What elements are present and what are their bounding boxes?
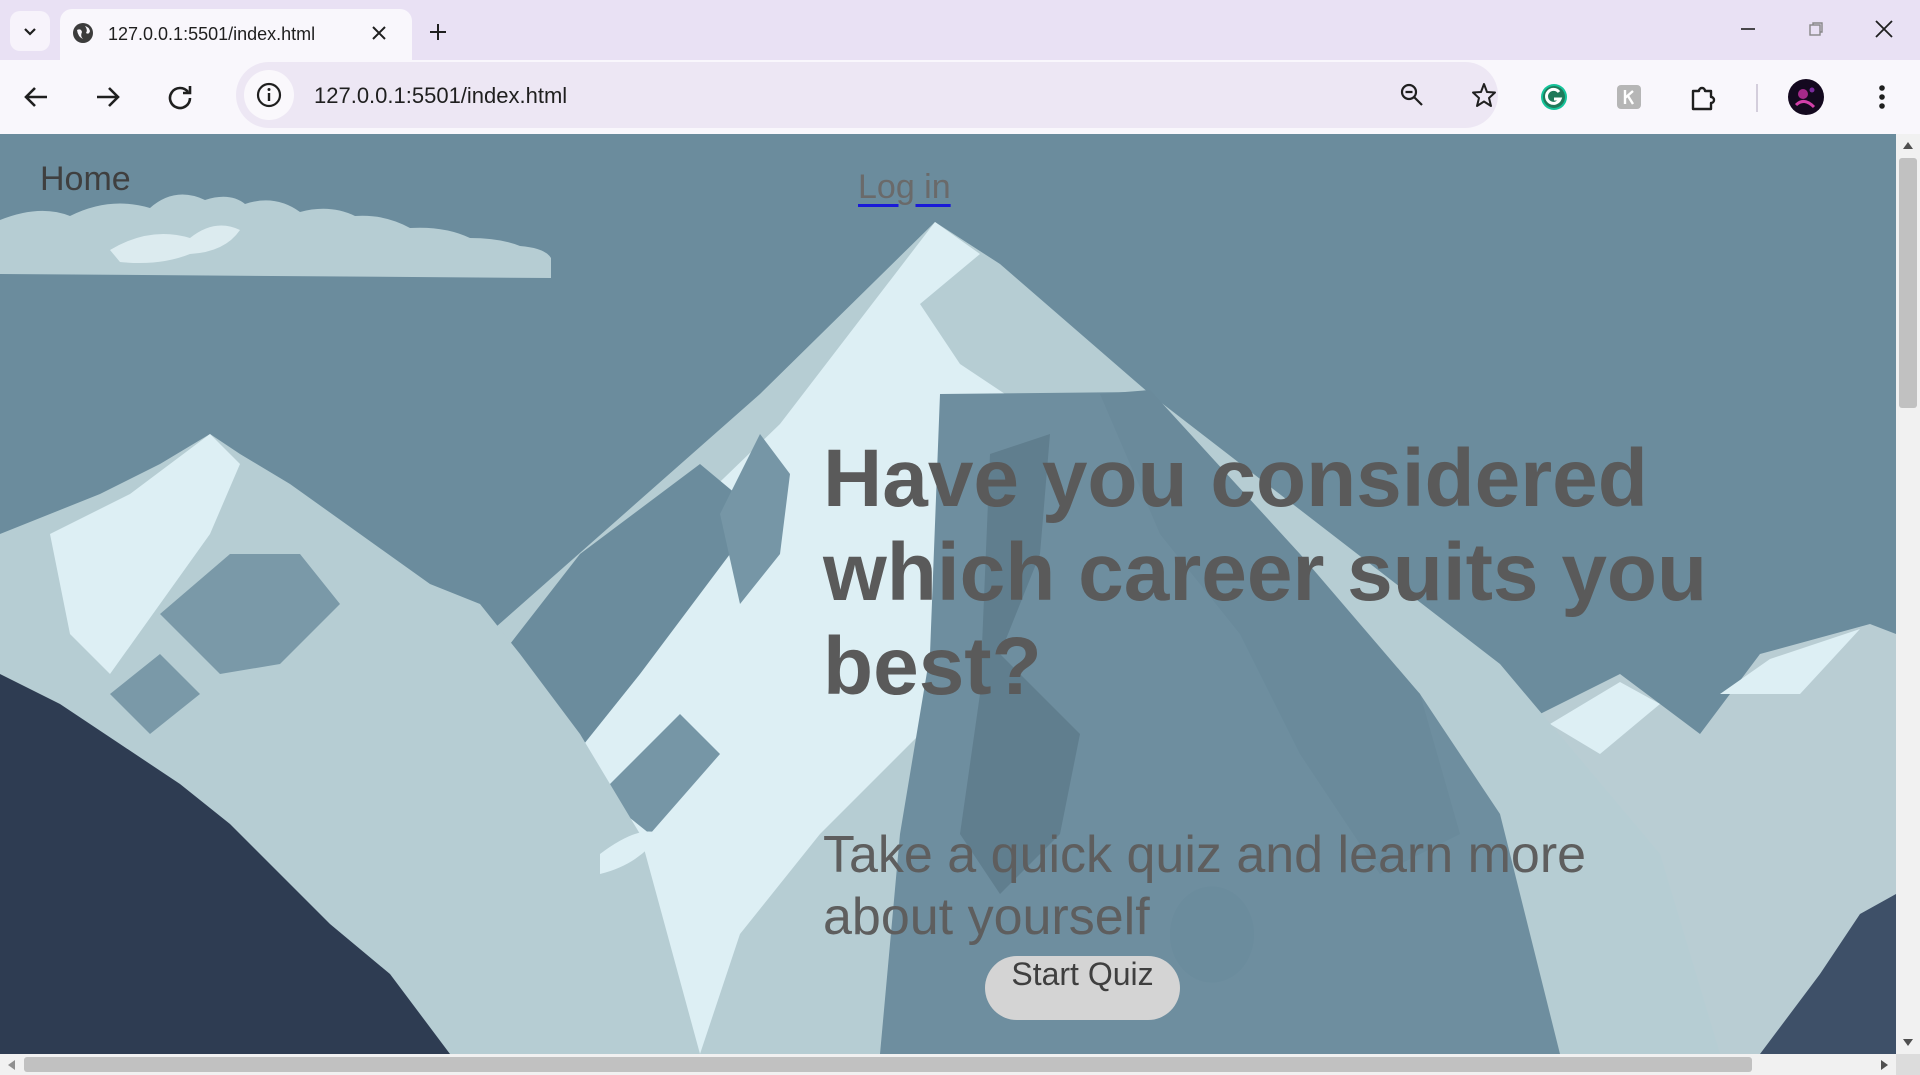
restore-icon bbox=[1809, 22, 1823, 36]
profile-button[interactable] bbox=[1786, 77, 1826, 117]
forward-arrow-icon bbox=[97, 87, 120, 107]
info-icon bbox=[256, 82, 282, 108]
start-quiz-button[interactable]: Start Quiz bbox=[985, 956, 1180, 1020]
tab-title: 127.0.0.1:5501/index.html bbox=[108, 24, 316, 44]
tab-search-button[interactable] bbox=[10, 11, 50, 51]
site-info-button[interactable] bbox=[244, 70, 294, 120]
triangle-right-icon bbox=[1881, 1059, 1888, 1070]
start-quiz-label: Start Quiz bbox=[1011, 956, 1154, 992]
tab-strip: 127.0.0.1:5501/index.html bbox=[0, 0, 1920, 60]
grammarly-icon bbox=[1541, 84, 1567, 110]
extension-k-icon bbox=[1617, 85, 1641, 109]
scroll-up-button[interactable] bbox=[1896, 134, 1920, 156]
triangle-down-icon bbox=[1903, 1039, 1913, 1046]
close-icon bbox=[372, 26, 386, 40]
browser-tab[interactable]: 127.0.0.1:5501/index.html bbox=[60, 9, 412, 60]
login-link[interactable]: Log in bbox=[858, 168, 951, 207]
minimize-icon bbox=[1741, 28, 1755, 30]
forward-button[interactable] bbox=[88, 77, 128, 117]
zoom-out-icon bbox=[1400, 83, 1423, 106]
horizontal-scrollbar[interactable] bbox=[0, 1054, 1896, 1075]
tab-close-button[interactable] bbox=[366, 20, 392, 46]
triangle-left-icon bbox=[8, 1059, 15, 1070]
reload-icon bbox=[168, 86, 192, 110]
extensions-button[interactable] bbox=[1684, 77, 1724, 117]
k-extension[interactable] bbox=[1609, 77, 1649, 117]
new-tab-button[interactable] bbox=[420, 14, 456, 50]
vertical-scroll-thumb[interactable] bbox=[1899, 158, 1917, 408]
globe-icon bbox=[73, 23, 93, 43]
horizontal-scroll-thumb[interactable] bbox=[24, 1057, 1752, 1072]
reload-button[interactable] bbox=[160, 77, 200, 117]
address-bar[interactable]: 127.0.0.1:5501/index.html bbox=[236, 62, 1498, 128]
grammarly-extension[interactable] bbox=[1534, 77, 1574, 117]
toolbar-separator bbox=[1756, 84, 1758, 112]
chevron-down-icon bbox=[24, 28, 36, 36]
hero-headline: Have you considered which career suits y… bbox=[823, 433, 1708, 712]
back-arrow-icon bbox=[24, 87, 47, 107]
star-bookmark-icon bbox=[1472, 83, 1496, 107]
hero-subheadline: Take a quick quiz and learn more about y… bbox=[823, 826, 1587, 946]
address-url[interactable]: 127.0.0.1:5501/index.html bbox=[314, 83, 567, 109]
restore-button[interactable] bbox=[1786, 8, 1846, 50]
bookmark-button[interactable] bbox=[1464, 75, 1504, 115]
kebab-menu-icon bbox=[1879, 85, 1885, 109]
zoom-button[interactable] bbox=[1392, 75, 1432, 115]
window-close-button[interactable] bbox=[1854, 8, 1914, 50]
scrollbar-corner bbox=[1896, 1054, 1920, 1075]
minimize-button[interactable] bbox=[1718, 8, 1778, 50]
scroll-down-button[interactable] bbox=[1896, 1032, 1920, 1054]
close-icon bbox=[1875, 20, 1893, 38]
profile-avatar bbox=[1788, 79, 1824, 115]
browser-menu-button[interactable] bbox=[1862, 77, 1902, 117]
puzzle-extensions-icon bbox=[1691, 86, 1716, 111]
page-viewport: Home Log in Have you considered which ca… bbox=[0, 134, 1896, 1054]
back-button[interactable] bbox=[16, 77, 56, 117]
scroll-left-button[interactable] bbox=[0, 1054, 22, 1075]
triangle-up-icon bbox=[1903, 142, 1913, 149]
scroll-right-button[interactable] bbox=[1874, 1054, 1896, 1075]
vertical-scrollbar[interactable] bbox=[1896, 134, 1920, 1054]
home-link[interactable]: Home bbox=[40, 160, 131, 199]
plus-icon bbox=[430, 24, 446, 40]
